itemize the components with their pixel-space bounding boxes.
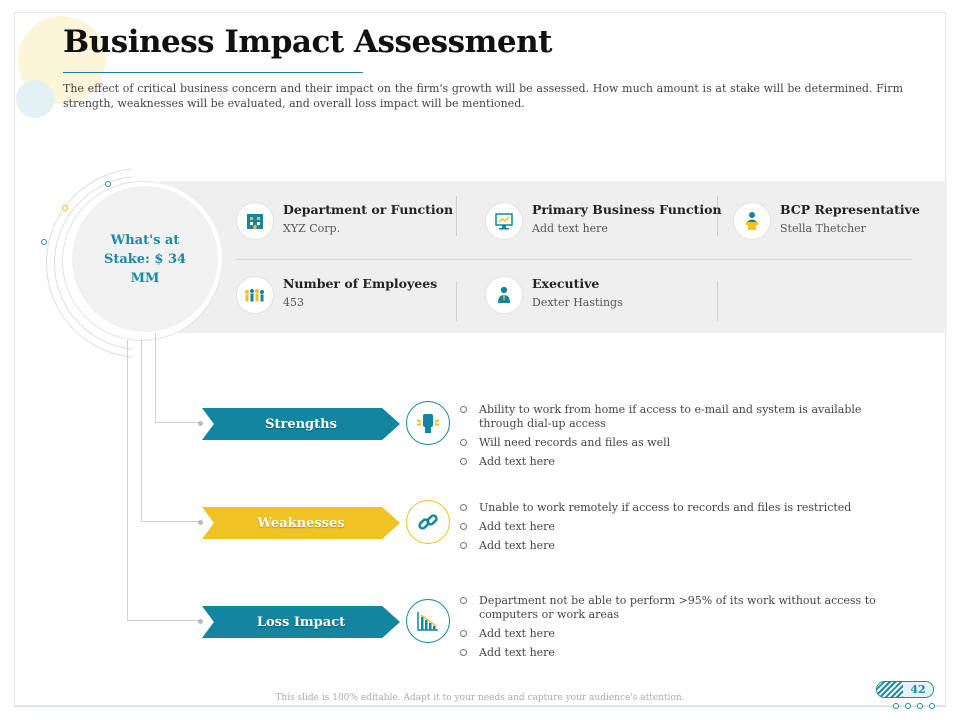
info-label: Number of Employees (283, 276, 438, 291)
loss-impact-banner: Loss Impact (202, 606, 400, 638)
stake-amount: What's at Stake: $ 34 MM (103, 232, 187, 286)
connector-dot (198, 520, 203, 525)
list-item: Unable to work remotely if access to rec… (460, 501, 890, 515)
info-executive: Executive Dexter Hastings (485, 276, 623, 314)
decor-dot (62, 205, 68, 211)
speaker-podium-icon (733, 202, 771, 240)
page-number: 42 (903, 682, 933, 697)
computer-chart-icon (485, 202, 523, 240)
broken-link-icon (406, 500, 450, 544)
strengths-banner: Strengths (202, 408, 400, 440)
building-icon (236, 202, 274, 240)
page-title: Business Impact Assessment (63, 24, 552, 60)
people-group-icon (236, 276, 274, 314)
page-number-badge: 42 (876, 681, 934, 698)
decor-dot (41, 239, 47, 245)
decor-dot (105, 181, 111, 187)
list-item: Will need records and files as well (460, 436, 890, 450)
footer-note: This slide is 100% editable. Adapt it to… (275, 693, 685, 703)
connector-dot (198, 421, 203, 426)
footer-line (14, 706, 946, 707)
info-label: BCP Representative (780, 202, 920, 217)
stake-circle: What's at Stake: $ 34 MM (72, 186, 218, 332)
title-underline (63, 72, 363, 73)
info-bcp-rep: BCP Representative Stella Thetcher (733, 202, 920, 240)
list-item: Add text here (460, 539, 890, 553)
decor-circle-blue (16, 80, 54, 118)
info-separator (456, 196, 457, 236)
info-value: XYZ Corp. (283, 222, 341, 235)
info-label: Executive (532, 276, 600, 291)
weaknesses-list: Unable to work remotely if access to rec… (460, 501, 890, 558)
info-separator (717, 281, 718, 321)
fist-icon (406, 401, 450, 445)
loss-impact-list: Department not be able to perform >95% o… (460, 594, 890, 665)
businessman-icon (485, 276, 523, 314)
intro-paragraph: The effect of critical business concern … (63, 82, 903, 110)
info-primary-function: Primary Business Function Add text here (485, 202, 722, 240)
weaknesses-banner: Weaknesses (202, 507, 400, 539)
info-divider (236, 259, 912, 260)
strengths-list: Ability to work from home if access to e… (460, 403, 890, 474)
list-item: Department not be able to perform >95% o… (460, 594, 890, 622)
list-item: Add text here (460, 455, 890, 469)
list-item: Ability to work from home if access to e… (460, 403, 890, 431)
loss-impact-label: Loss Impact (256, 614, 346, 630)
info-employees: Number of Employees 453 (236, 276, 437, 314)
connector-line (127, 340, 200, 621)
list-item: Add text here (460, 646, 890, 660)
info-label: Department or Function (283, 202, 454, 217)
info-separator (456, 281, 457, 321)
list-item: Add text here (460, 520, 890, 534)
info-value: 453 (283, 296, 304, 309)
declining-chart-icon (406, 599, 450, 643)
list-item: Add text here (460, 627, 890, 641)
page-dots (893, 703, 935, 709)
weaknesses-label: Weaknesses (257, 515, 345, 531)
info-value: Dexter Hastings (532, 296, 623, 309)
info-value: Add text here (532, 222, 608, 235)
info-department: Department or Function XYZ Corp. (236, 202, 453, 240)
info-value: Stella Thetcher (780, 222, 866, 235)
connector-dot (198, 619, 203, 624)
info-label: Primary Business Function (532, 202, 722, 217)
strengths-label: Strengths (265, 416, 337, 432)
page-stripes (877, 682, 903, 697)
